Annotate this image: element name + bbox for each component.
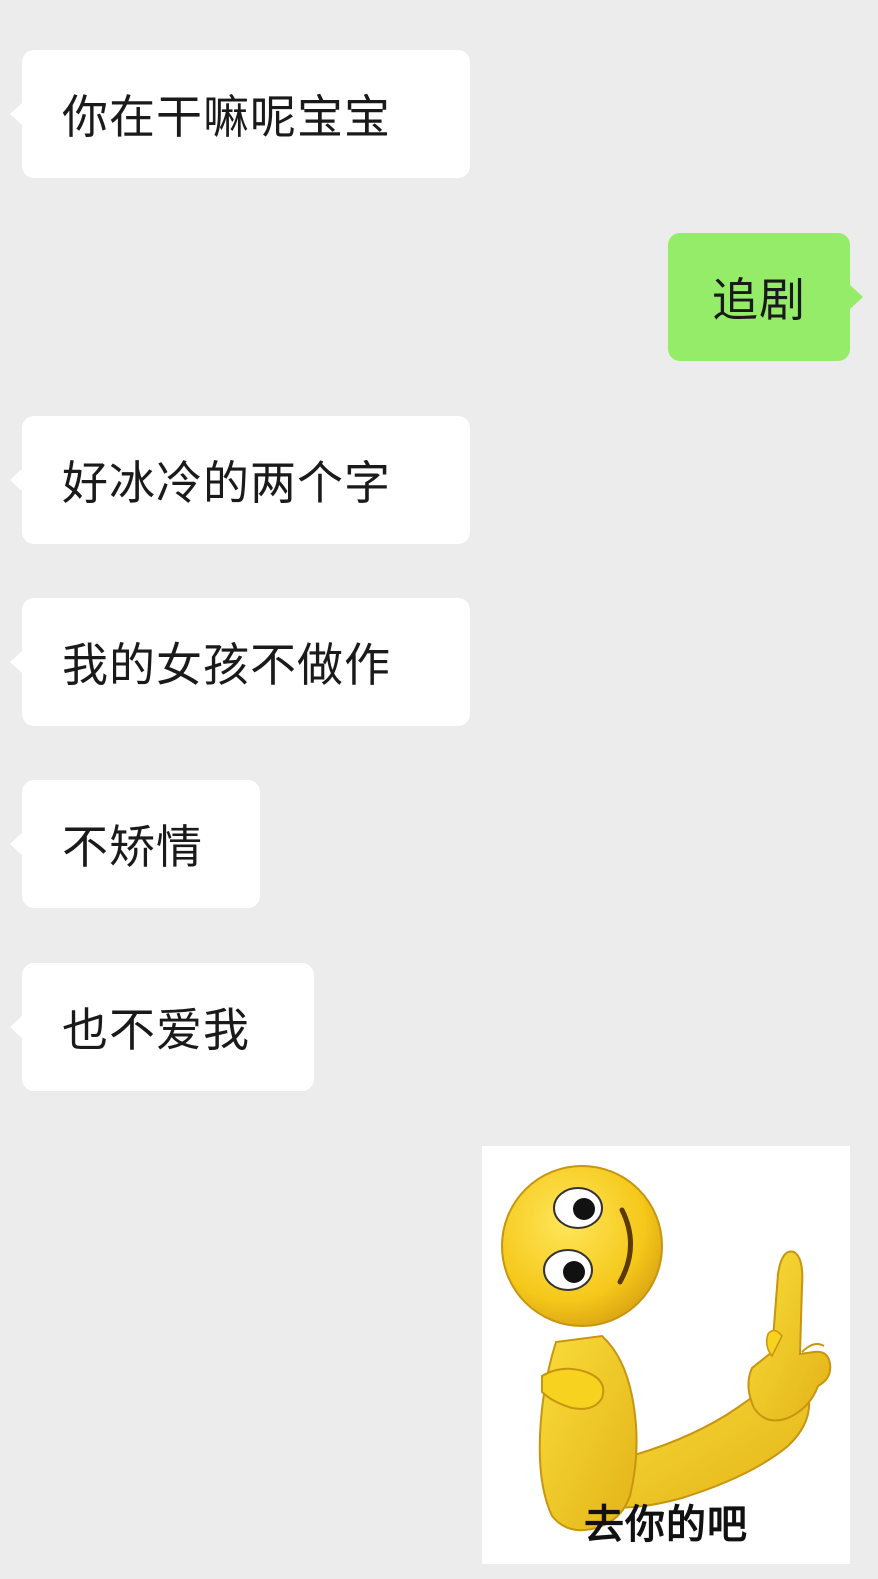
incoming-message-bubble[interactable]: 我的女孩不做作 [10, 598, 470, 726]
message-text: 追剧 [712, 273, 806, 327]
outgoing-message-bubble[interactable]: 追剧 [668, 233, 863, 361]
incoming-message-bubble[interactable]: 你在干嘛呢宝宝 [10, 50, 470, 178]
chat-message-list: 你在干嘛呢宝宝 追剧 好冰冷的两个字 我的女孩不做作 不矫情 也不爱我 去你的吧 [0, 0, 878, 1579]
message-text: 也不爱我 [62, 1003, 250, 1057]
message-text: 好冰冷的两个字 [62, 456, 391, 510]
message-text: 不矫情 [62, 820, 203, 874]
sticker-caption: 去你的吧 [584, 1502, 748, 1548]
incoming-message-bubble[interactable]: 也不爱我 [10, 963, 314, 1091]
incoming-message-bubble[interactable]: 好冰冷的两个字 [10, 416, 470, 544]
sticker-message[interactable]: 去你的吧 [482, 1146, 850, 1564]
message-text: 我的女孩不做作 [62, 638, 391, 692]
incoming-message-bubble[interactable]: 不矫情 [10, 780, 260, 908]
message-text: 你在干嘛呢宝宝 [62, 90, 391, 144]
